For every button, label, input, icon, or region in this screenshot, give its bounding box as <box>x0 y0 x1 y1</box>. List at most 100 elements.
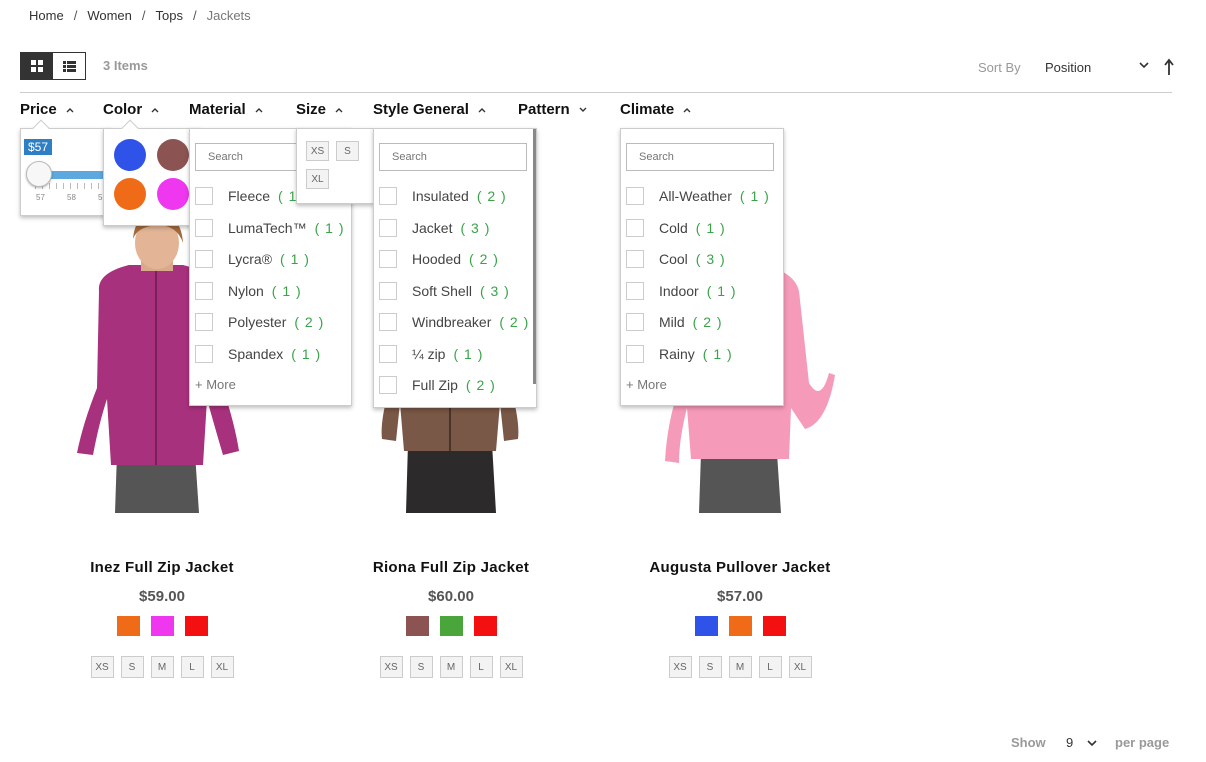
color-swatch[interactable] <box>116 616 140 636</box>
size-swatch[interactable]: S <box>698 656 722 678</box>
checkbox[interactable] <box>379 313 397 331</box>
size-swatch[interactable]: XS <box>90 656 114 678</box>
size-swatch[interactable]: M <box>439 656 463 678</box>
color-swatch[interactable] <box>184 616 208 636</box>
size-swatch[interactable]: XL <box>499 656 523 678</box>
filter-label: Size <box>296 101 327 118</box>
color-swatch[interactable] <box>157 178 189 210</box>
checkbox[interactable] <box>379 187 397 205</box>
size-swatch[interactable]: XS <box>306 141 329 161</box>
checkbox[interactable] <box>195 313 213 331</box>
product-name[interactable]: Riona Full Zip Jacket <box>306 559 596 576</box>
filter-option[interactable]: Spandex ( 1 ) <box>195 345 321 363</box>
chevron-down-icon[interactable] <box>1138 58 1150 72</box>
checkbox[interactable] <box>626 187 644 205</box>
color-swatch[interactable] <box>694 616 718 636</box>
checkbox[interactable] <box>195 282 213 300</box>
size-swatch[interactable]: M <box>150 656 174 678</box>
option-count: ( 2 ) <box>499 314 530 330</box>
size-swatch[interactable]: S <box>409 656 433 678</box>
filter-option[interactable]: Lycra® ( 1 ) <box>195 250 310 268</box>
size-swatch[interactable]: XS <box>379 656 403 678</box>
filter-size[interactable]: Size <box>296 101 343 118</box>
filter-option[interactable]: Windbreaker ( 2 ) <box>379 313 529 331</box>
size-swatch[interactable]: L <box>758 656 782 678</box>
filter-option[interactable]: Cold ( 1 ) <box>626 219 726 237</box>
filter-option[interactable]: Soft Shell ( 3 ) <box>379 282 510 300</box>
breadcrumb-tops[interactable]: Tops <box>156 8 183 23</box>
checkbox[interactable] <box>626 250 644 268</box>
color-swatch[interactable] <box>762 616 786 636</box>
option-count: ( 1 ) <box>280 251 310 267</box>
checkbox[interactable] <box>626 282 644 300</box>
size-swatch[interactable]: XL <box>788 656 812 678</box>
grid-view-button[interactable] <box>21 53 53 79</box>
filter-option[interactable]: Full Zip ( 2 ) <box>379 376 496 394</box>
filter-option[interactable]: Indoor ( 1 ) <box>626 282 737 300</box>
limiter-select[interactable]: 9 <box>1066 735 1073 750</box>
checkbox[interactable] <box>379 219 397 237</box>
filter-style-general[interactable]: Style General <box>373 101 486 118</box>
size-swatch[interactable]: M <box>728 656 752 678</box>
product-name[interactable]: Inez Full Zip Jacket <box>17 559 307 576</box>
checkbox[interactable] <box>379 345 397 363</box>
color-swatch[interactable] <box>157 139 189 171</box>
color-swatch[interactable] <box>114 178 146 210</box>
color-swatch[interactable] <box>114 139 146 171</box>
size-swatch[interactable]: L <box>180 656 204 678</box>
filter-option[interactable]: Cool ( 3 ) <box>626 250 726 268</box>
option-count: ( 2 ) <box>469 251 499 267</box>
filter-option[interactable]: ¼ zip ( 1 ) <box>379 345 483 363</box>
size-swatch[interactable]: S <box>120 656 144 678</box>
list-view-button[interactable] <box>53 53 85 79</box>
checkbox[interactable] <box>626 313 644 331</box>
option-count: ( 2 ) <box>294 314 325 330</box>
filter-material[interactable]: Material <box>189 101 263 118</box>
show-more-link[interactable]: + More <box>626 377 667 392</box>
filter-option[interactable]: Insulated ( 2 ) <box>379 187 507 205</box>
climate-search-input[interactable] <box>626 143 774 171</box>
filter-option[interactable]: LumaTech™ ( 1 ) <box>195 219 344 237</box>
breadcrumb-women[interactable]: Women <box>87 8 132 23</box>
color-swatch[interactable] <box>728 616 752 636</box>
color-swatch[interactable] <box>473 616 497 636</box>
checkbox[interactable] <box>626 219 644 237</box>
filter-option[interactable]: Rainy ( 1 ) <box>626 345 733 363</box>
checkbox[interactable] <box>195 250 213 268</box>
checkbox[interactable] <box>195 187 213 205</box>
filter-option[interactable]: Mild ( 2 ) <box>626 313 723 331</box>
filter-price[interactable]: Price <box>20 101 74 118</box>
checkbox[interactable] <box>379 376 397 394</box>
filter-option[interactable]: Polyester ( 2 ) <box>195 313 324 331</box>
sort-direction-arrow-icon[interactable] <box>1163 58 1175 76</box>
checkbox[interactable] <box>379 250 397 268</box>
price-slider-handle[interactable] <box>26 161 52 187</box>
color-swatch[interactable] <box>439 616 463 636</box>
filter-option[interactable]: Hooded ( 2 ) <box>379 250 499 268</box>
style-search-input[interactable] <box>379 143 527 171</box>
size-swatch[interactable]: S <box>336 141 359 161</box>
filter-climate[interactable]: Climate <box>620 101 691 118</box>
size-swatch[interactable]: L <box>469 656 493 678</box>
filter-pattern[interactable]: Pattern <box>518 101 587 118</box>
checkbox[interactable] <box>626 345 644 363</box>
filter-option[interactable]: Jacket ( 3 ) <box>379 219 490 237</box>
product-name[interactable]: Augusta Pullover Jacket <box>595 559 885 576</box>
filter-color[interactable]: Color <box>103 101 159 118</box>
filter-option[interactable]: Nylon ( 1 ) <box>195 282 302 300</box>
checkbox[interactable] <box>195 219 213 237</box>
scrollbar[interactable] <box>533 129 536 384</box>
color-swatch[interactable] <box>405 616 429 636</box>
size-swatch[interactable]: XS <box>668 656 692 678</box>
sort-by-select[interactable]: Position <box>1045 60 1150 75</box>
size-swatch[interactable]: XL <box>210 656 234 678</box>
filter-option[interactable]: All-Weather ( 1 ) <box>626 187 770 205</box>
chevron-down-icon[interactable] <box>1086 736 1098 750</box>
size-swatch[interactable]: XL <box>306 169 329 189</box>
filter-option[interactable]: Fleece( 1 ) <box>195 187 308 205</box>
checkbox[interactable] <box>195 345 213 363</box>
checkbox[interactable] <box>379 282 397 300</box>
breadcrumb-home[interactable]: Home <box>29 8 64 23</box>
show-more-link[interactable]: + More <box>195 377 236 392</box>
color-swatch[interactable] <box>150 616 174 636</box>
